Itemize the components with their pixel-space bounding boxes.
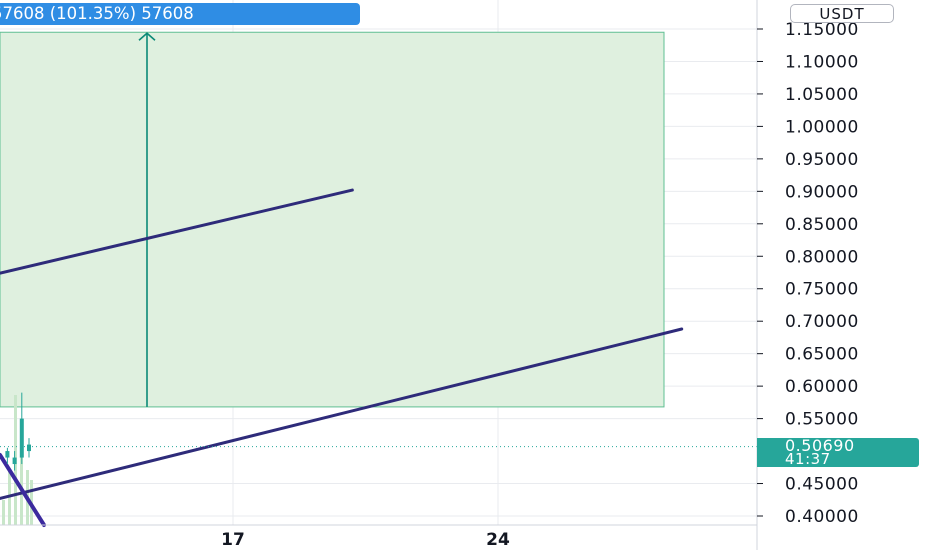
price-tick-label: 0.85000: [785, 215, 859, 235]
time-tick-label: 24: [486, 530, 510, 550]
price-tick-label: 1.00000: [785, 117, 859, 137]
price-tick-label: 0.55000: [785, 410, 859, 430]
price-tick-label: 0.90000: [785, 182, 859, 202]
candle-body: [12, 457, 17, 465]
current-price-tag: 0.50690 41:37: [757, 438, 919, 467]
price-tick-label: 1.05000: [785, 85, 859, 105]
price-tick-label: 0.75000: [785, 280, 859, 300]
volume-layer: [2, 395, 33, 525]
candle-body: [19, 418, 24, 458]
volume-bar: [2, 500, 5, 525]
currency-badge[interactable]: USDT: [790, 4, 894, 23]
price-tick-label: 0.45000: [785, 475, 859, 495]
price-tick-label: 0.95000: [785, 150, 859, 170]
price-tick-label: 0.65000: [785, 345, 859, 365]
price-tick-label: 0.70000: [785, 312, 859, 332]
candle-body: [5, 451, 10, 458]
price-tick-label: 0.60000: [785, 377, 859, 397]
time-tick-label: 17: [221, 530, 245, 550]
time-axis[interactable]: 17 24: [0, 524, 757, 550]
price-tick-label: 0.80000: [785, 247, 859, 267]
measure-result-label: 57608 (101.35%) 57608: [0, 3, 360, 25]
candle-body: [27, 444, 31, 452]
target-zone-layer[interactable]: [0, 31, 665, 408]
target-zone: [0, 31, 665, 408]
price-tick-label: 1.10000: [785, 52, 859, 72]
price-tick-label: 0.40000: [785, 507, 859, 527]
measure-result-text: 57608 (101.35%) 57608: [0, 4, 194, 23]
candle-countdown: 41:37: [785, 450, 831, 468]
